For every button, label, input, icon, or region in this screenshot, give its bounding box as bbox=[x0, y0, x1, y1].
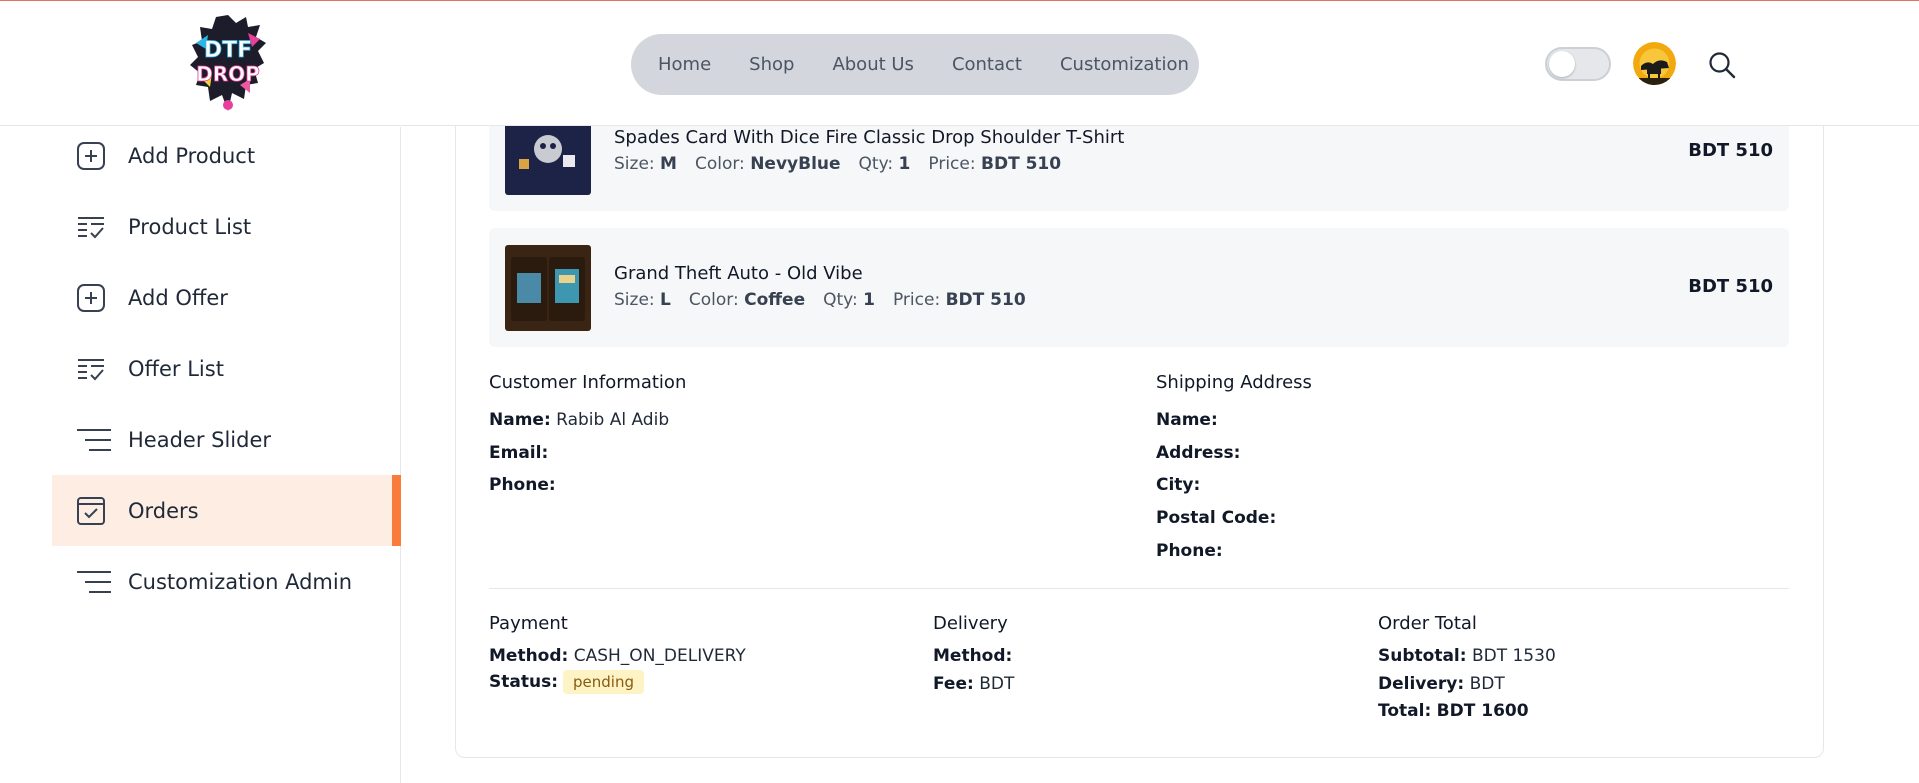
delivery-fee: Fee: BDT bbox=[933, 674, 1015, 694]
shipping-address-title: Shipping Address bbox=[1156, 372, 1312, 393]
status-badge: pending bbox=[563, 670, 644, 694]
product-color: Coffee bbox=[744, 290, 806, 310]
line-total: BDT 510 bbox=[1688, 140, 1773, 161]
sidebar-item-label: Orders bbox=[128, 498, 199, 523]
product-size: L bbox=[660, 290, 671, 310]
sidebar-item-label: Header Slider bbox=[128, 427, 272, 452]
product-thumbnail[interactable] bbox=[505, 245, 591, 331]
customer-info-title: Customer Information bbox=[489, 372, 687, 393]
nav-contact[interactable]: Contact bbox=[952, 54, 1022, 75]
sidebar-item-add-offer[interactable]: Add Offer bbox=[52, 262, 401, 333]
menu-lines-icon bbox=[75, 566, 111, 598]
sidebar-item-offer-list[interactable]: Offer List bbox=[52, 333, 401, 404]
list-check-icon bbox=[75, 353, 107, 385]
list-check-icon bbox=[75, 211, 107, 243]
menu-lines-icon bbox=[75, 424, 111, 456]
order-grand-total: Total: BDT 1600 bbox=[1378, 701, 1529, 721]
sidebar-item-label: Offer List bbox=[128, 356, 224, 381]
product-name: Grand Theft Auto - Old Vibe bbox=[614, 263, 863, 284]
checkbox-calendar-icon bbox=[75, 495, 107, 527]
search-icon[interactable] bbox=[1707, 50, 1737, 80]
plus-square-icon bbox=[75, 282, 107, 314]
customer-phone: Phone: bbox=[489, 475, 556, 495]
logo-text-bottom: DROP bbox=[196, 62, 260, 86]
shipping-postal-code: Postal Code: bbox=[1156, 508, 1277, 528]
admin-sidebar: Add Product Product List Add Offer Offer… bbox=[0, 127, 401, 783]
sidebar-item-header-slider[interactable]: Header Slider bbox=[52, 404, 401, 475]
product-meta: Size: L Color: Coffee Qty: 1 Price: BDT 510 bbox=[614, 290, 1026, 310]
order-total-title: Order Total bbox=[1378, 613, 1477, 634]
product-price: BDT 510 bbox=[945, 290, 1026, 310]
theme-toggle[interactable] bbox=[1545, 47, 1611, 81]
site-header: DTF DROP Home Shop About Us Contact Cust… bbox=[0, 1, 1919, 126]
customer-email: Email: bbox=[489, 443, 549, 463]
nav-about-us[interactable]: About Us bbox=[832, 54, 914, 75]
avatar[interactable] bbox=[1633, 42, 1676, 85]
sidebar-item-label: Add Offer bbox=[128, 285, 228, 310]
product-qty: 1 bbox=[863, 290, 875, 310]
line-total: BDT 510 bbox=[1688, 276, 1773, 297]
nav-home[interactable]: Home bbox=[658, 54, 711, 75]
sidebar-item-label: Add Product bbox=[128, 143, 256, 168]
section-divider bbox=[489, 588, 1789, 589]
nav-customization[interactable]: Customization bbox=[1060, 54, 1189, 75]
payment-status: Status: pending bbox=[489, 670, 644, 694]
sidebar-item-label: Customization Admin bbox=[128, 569, 353, 594]
shipping-address: Address: bbox=[1156, 443, 1241, 463]
product-color: NevyBlue bbox=[750, 154, 841, 174]
sidebar-item-orders[interactable]: Orders bbox=[52, 475, 401, 546]
order-item-row: Grand Theft Auto - Old Vibe Size: L Color… bbox=[489, 228, 1789, 347]
order-delivery-fee: Delivery: BDT bbox=[1378, 674, 1505, 694]
main-nav: Home Shop About Us Contact Customization bbox=[631, 34, 1199, 95]
payment-method: Method: CASH_ON_DELIVERY bbox=[489, 646, 746, 666]
sidebar-item-customization-admin[interactable]: Customization Admin bbox=[52, 546, 401, 617]
dtf-drop-logo[interactable]: DTF DROP bbox=[188, 13, 268, 113]
product-meta: Size: M Color: NevyBlue Qty: 1 Price: BDT 5… bbox=[614, 154, 1062, 174]
nav-shop[interactable]: Shop bbox=[749, 54, 794, 75]
product-name: Spades Card With Dice Fire Classic Drop … bbox=[614, 127, 1125, 148]
delivery-title: Delivery bbox=[933, 613, 1008, 634]
customer-name: Name: Rabib Al Adib bbox=[489, 410, 670, 430]
plus-square-icon bbox=[75, 140, 107, 172]
logo-text-top: DTF bbox=[204, 38, 252, 63]
product-price: BDT 510 bbox=[981, 154, 1062, 174]
shipping-city: City: bbox=[1156, 475, 1201, 495]
order-subtotal: Subtotal: BDT 1530 bbox=[1378, 646, 1556, 666]
sidebar-item-label: Product List bbox=[128, 214, 252, 239]
payment-title: Payment bbox=[489, 613, 568, 634]
sidebar-item-add-product[interactable]: Add Product bbox=[52, 120, 401, 191]
delivery-method: Method: bbox=[933, 646, 1013, 666]
shipping-name: Name: bbox=[1156, 410, 1218, 430]
product-qty: 1 bbox=[898, 154, 911, 174]
sidebar-item-product-list[interactable]: Product List bbox=[52, 191, 401, 262]
product-size: M bbox=[660, 154, 677, 174]
toggle-knob bbox=[1549, 51, 1575, 77]
shipping-phone: Phone: bbox=[1156, 541, 1223, 561]
